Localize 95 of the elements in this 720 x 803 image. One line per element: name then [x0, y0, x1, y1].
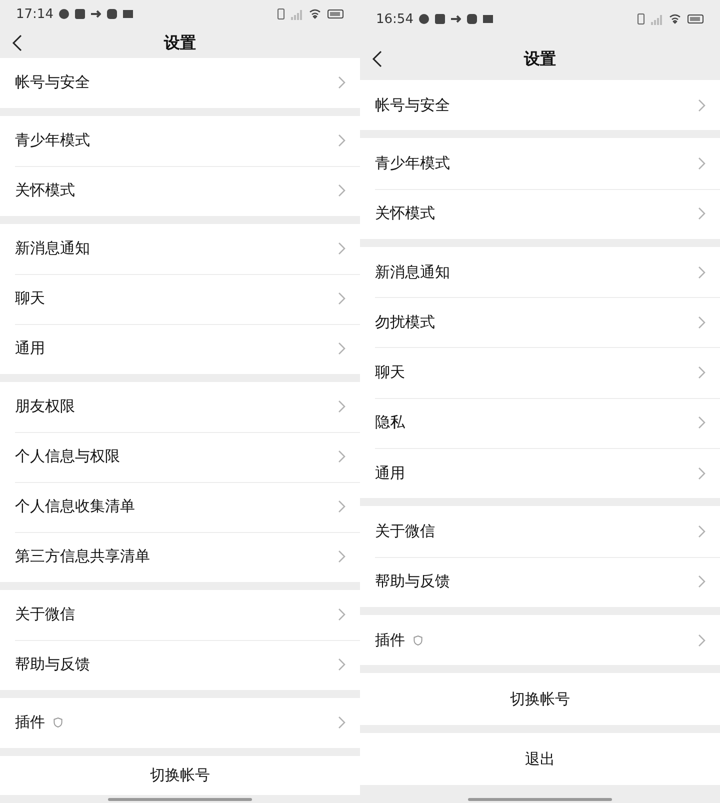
settings-item[interactable]: 帐号与安全: [0, 58, 360, 108]
settings-item-label: 青少年模式: [15, 131, 90, 150]
chevron-right-icon: [338, 242, 346, 256]
settings-item[interactable]: 帐号与安全: [360, 80, 720, 130]
settings-item-label: 插件: [375, 630, 405, 650]
action-button[interactable]: 切换帐号: [0, 756, 360, 795]
settings-item-label: 朋友权限: [15, 397, 75, 416]
settings-item-label: 聊天: [375, 363, 405, 382]
circle-icon: [419, 13, 430, 25]
chevron-right-icon: [338, 342, 346, 356]
settings-item-label: 关于微信: [375, 522, 435, 542]
chevron-right-icon: [338, 76, 346, 90]
settings-item[interactable]: 新消息通知: [0, 224, 360, 274]
chevron-right-icon: [338, 292, 346, 306]
settings-item-label: 帐号与安全: [375, 96, 450, 115]
settings-item[interactable]: 勿扰模式: [360, 297, 720, 348]
settings-item[interactable]: 帮助与反馈: [0, 640, 360, 690]
settings-item-label: 帐号与安全: [15, 73, 90, 92]
settings-item-label: 青少年模式: [375, 154, 450, 173]
chevron-right-icon: [698, 156, 706, 170]
settings-item[interactable]: 通用: [0, 324, 360, 374]
settings-item[interactable]: 插件: [360, 614, 720, 666]
chevron-right-icon: [338, 550, 346, 564]
settings-item-label: 关怀模式: [375, 204, 435, 224]
settings-item-label: 帮助与反馈: [15, 655, 90, 674]
settings-item[interactable]: 关怀模式: [0, 166, 360, 216]
action-button[interactable]: 退出: [360, 733, 720, 786]
vibrate-icon: [277, 8, 285, 20]
settings-item-label: 隐私: [375, 413, 405, 432]
settings-item[interactable]: 聊天: [360, 347, 720, 398]
settings-item[interactable]: 关于微信: [0, 590, 360, 640]
settings-item[interactable]: 青少年模式: [360, 138, 720, 189]
settings-item[interactable]: 朋友权限: [0, 382, 360, 432]
chevron-right-icon: [698, 207, 706, 220]
settings-item-label: 个人信息与权限: [15, 447, 120, 466]
shield-icon: [53, 717, 63, 728]
settings-item[interactable]: 个人信息收集清单: [0, 482, 360, 532]
chevron-right-icon: [698, 466, 706, 480]
settings-item-label: 帮助与反馈: [375, 572, 450, 592]
settings-item-label: 插件: [15, 713, 45, 732]
status-time: 17:14: [16, 6, 54, 22]
settings-item[interactable]: 通用: [360, 448, 720, 498]
chevron-right-icon: [698, 316, 706, 329]
chevron-right-icon: [338, 134, 346, 148]
chevron-right-icon: [698, 634, 706, 647]
page-title: 设置: [524, 48, 556, 70]
settings-item[interactable]: 青少年模式: [0, 116, 360, 166]
vibrate-icon: [637, 13, 645, 25]
signal-icon: [291, 8, 303, 20]
chevron-right-icon: [698, 575, 706, 588]
settings-item[interactable]: 插件: [0, 698, 360, 748]
page-title: 设置: [164, 32, 196, 54]
chevron-right-icon: [338, 658, 346, 672]
settings-item-label: 新消息通知: [375, 262, 450, 282]
wifi-icon: [309, 8, 321, 20]
chevron-right-icon: [338, 716, 346, 730]
settings-item-label: 通用: [15, 339, 45, 358]
arrow-icon: [451, 13, 462, 25]
settings-item[interactable]: 关于微信: [360, 506, 720, 557]
settings-item-label: 关怀模式: [15, 181, 75, 200]
action-button[interactable]: 切换帐号: [360, 673, 720, 726]
status-time: 16:54: [376, 12, 414, 26]
settings-item-label: 勿扰模式: [375, 312, 435, 332]
chevron-right-icon: [338, 400, 346, 414]
wifi-icon: [669, 13, 681, 25]
back-icon[interactable]: [372, 50, 382, 68]
chevron-right-icon: [338, 500, 346, 514]
settings-item[interactable]: 个人信息与权限: [0, 432, 360, 482]
circle-icon: [59, 8, 70, 20]
settings-item-label: 个人信息收集清单: [15, 497, 135, 516]
settings-item[interactable]: 新消息通知: [360, 246, 720, 298]
settings-item-label: 聊天: [15, 289, 45, 308]
chevron-right-icon: [698, 416, 706, 430]
chevron-right-icon: [338, 450, 346, 464]
settings-item[interactable]: 隐私: [360, 398, 720, 448]
signal-icon: [651, 13, 663, 25]
shield-icon: [413, 634, 423, 646]
chevron-right-icon: [698, 98, 706, 112]
back-icon[interactable]: [12, 34, 22, 52]
settings-item-label: 关于微信: [15, 605, 75, 624]
chevron-right-icon: [698, 266, 706, 279]
settings-item[interactable]: 聊天: [0, 274, 360, 324]
settings-item[interactable]: 关怀模式: [360, 188, 720, 239]
settings-item-label: 第三方信息共享清单: [15, 547, 150, 566]
settings-item-label: 新消息通知: [15, 239, 90, 258]
chevron-right-icon: [698, 525, 706, 538]
chevron-right-icon: [698, 366, 706, 380]
chevron-right-icon: [338, 184, 346, 198]
battery-icon: [327, 8, 344, 20]
settings-item-label: 通用: [375, 464, 405, 483]
settings-item[interactable]: 帮助与反馈: [360, 556, 720, 607]
settings-item[interactable]: 第三方信息共享清单: [0, 532, 360, 582]
battery-icon: [687, 13, 704, 25]
chevron-right-icon: [338, 608, 346, 622]
arrow-icon: [91, 8, 102, 20]
